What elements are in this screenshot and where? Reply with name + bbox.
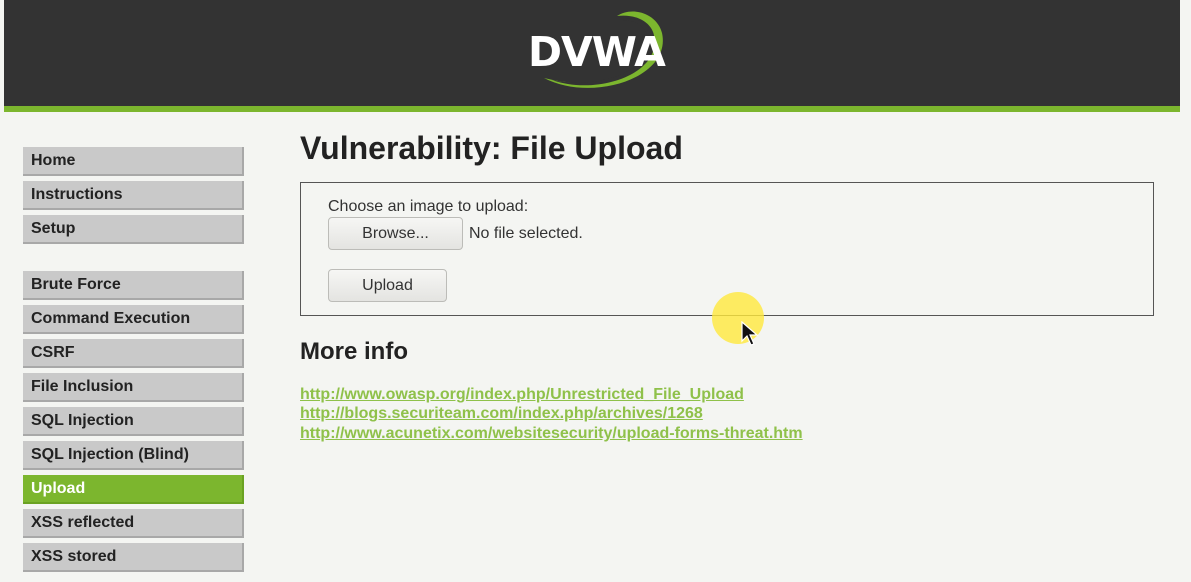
menu-item-file-inclusion[interactable]: File Inclusion <box>23 373 244 402</box>
header-accent-line <box>4 106 1180 112</box>
menu-item-setup[interactable]: Setup <box>23 215 244 244</box>
page-title: Vulnerability: File Upload <box>300 130 683 166</box>
logo-text: DVWA <box>528 28 666 76</box>
menu-item-csrf[interactable]: CSRF <box>23 339 244 368</box>
menu-item-brute-force[interactable]: Brute Force <box>23 271 244 300</box>
upload-prompt-label: Choose an image to upload: <box>328 198 529 215</box>
menu-item-instructions[interactable]: Instructions <box>23 181 244 210</box>
menu-item-xss-reflected[interactable]: XSS reflected <box>23 509 244 538</box>
menu-item-xss-stored[interactable]: XSS stored <box>23 543 244 572</box>
menu-item-sql-injection-blind[interactable]: SQL Injection (Blind) <box>23 441 244 470</box>
browse-button[interactable]: Browse... <box>328 217 463 250</box>
more-info-heading: More info <box>300 338 408 365</box>
info-link-owasp[interactable]: http://www.owasp.org/index.php/Unrestric… <box>300 386 744 404</box>
upload-button[interactable]: Upload <box>328 269 447 302</box>
info-link-securiteam[interactable]: http://blogs.securiteam.com/index.php/ar… <box>300 405 703 423</box>
menu-item-sql-injection[interactable]: SQL Injection <box>23 407 244 436</box>
file-status-text: No file selected. <box>469 225 583 242</box>
menu-item-command-execution[interactable]: Command Execution <box>23 305 244 334</box>
dvwa-logo: DVWA <box>522 8 672 96</box>
window-edge <box>1180 0 1191 582</box>
menu-item-upload[interactable]: Upload <box>23 475 244 504</box>
menu-item-home[interactable]: Home <box>23 147 244 176</box>
header-bar: DVWA <box>4 0 1180 106</box>
info-link-acunetix[interactable]: http://www.acunetix.com/websitesecurity/… <box>300 425 803 443</box>
mouse-pointer-icon <box>741 321 759 346</box>
